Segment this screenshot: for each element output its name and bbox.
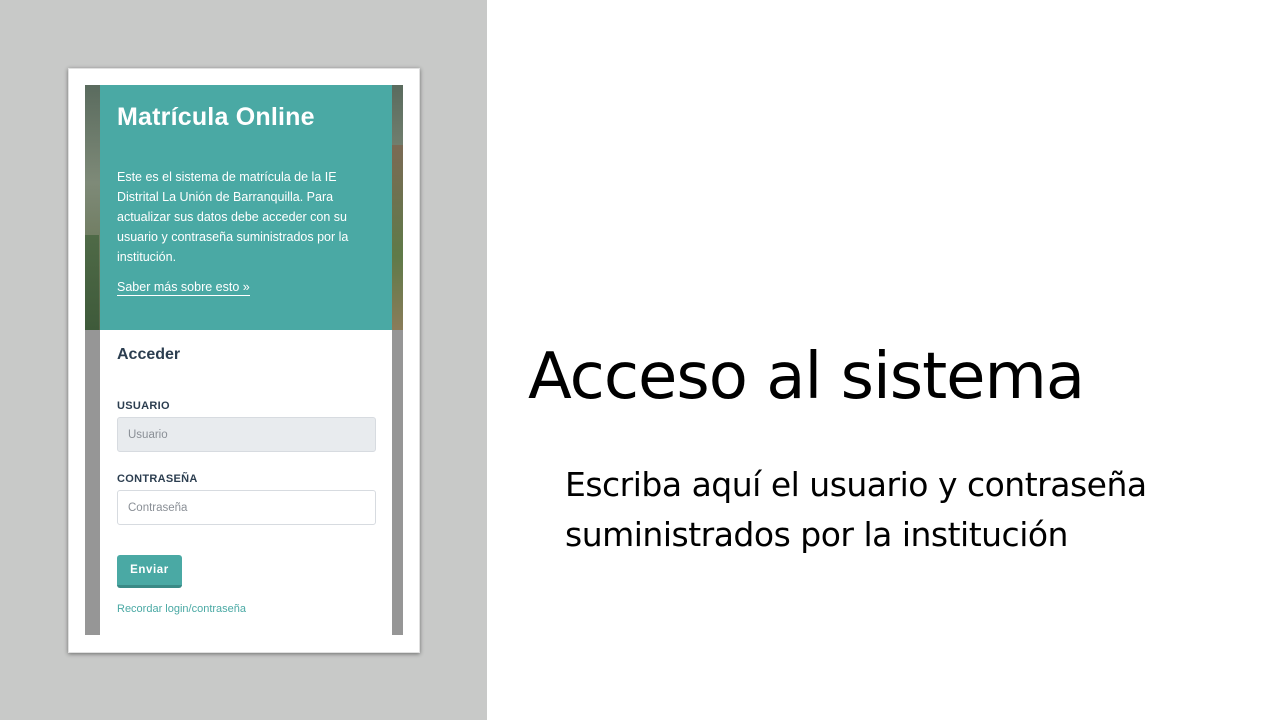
learn-more-link[interactable]: Saber más sobre esto » [117, 280, 250, 296]
background-trees-left [85, 235, 99, 330]
hero-panel: Matrícula Online Este es el sistema de m… [100, 85, 392, 330]
username-label: USUARIO [117, 400, 170, 412]
background-trees-right [392, 145, 403, 330]
login-screen: Matrícula Online Este es el sistema de m… [85, 85, 403, 635]
recover-password-link[interactable]: Recordar login/contraseña [117, 603, 246, 615]
left-panel: Matrícula Online Este es el sistema de m… [0, 0, 487, 720]
password-input[interactable] [117, 490, 376, 525]
slide-body-text: Escriba aquí el usuario y contraseña sum… [565, 465, 1147, 554]
screenshot-frame: Matrícula Online Este es el sistema de m… [68, 68, 420, 653]
slide-title: Acceso al sistema [528, 340, 1085, 414]
app-description: Este es el sistema de matrícula de la IE… [117, 170, 349, 264]
login-form: Acceder USUARIO CONTRASEÑA Enviar Record… [100, 330, 392, 635]
username-input[interactable] [117, 417, 376, 452]
login-heading: Acceder [117, 346, 181, 363]
app-title: Matrícula Online [117, 103, 315, 131]
password-label: CONTRASEÑA [117, 473, 198, 485]
submit-button[interactable]: Enviar [117, 555, 182, 588]
